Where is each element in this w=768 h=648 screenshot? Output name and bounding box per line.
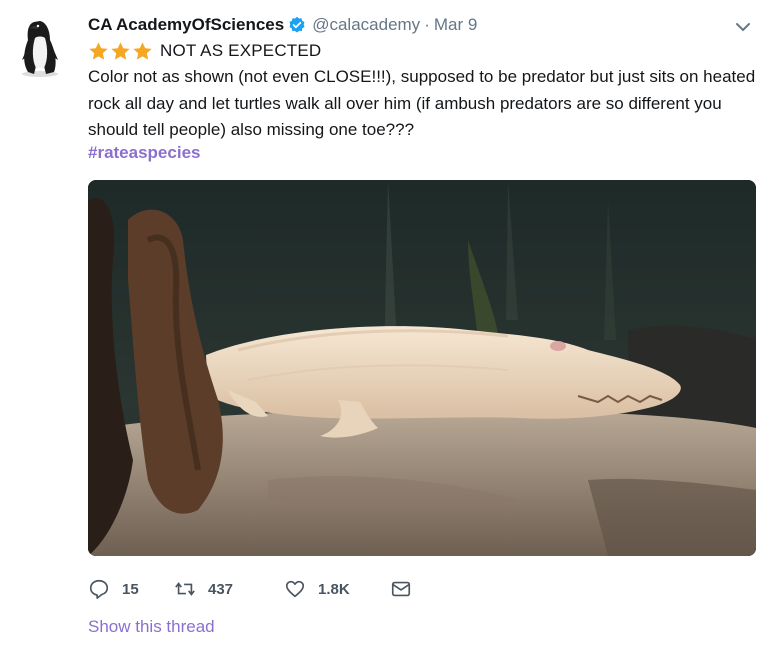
- rating-line: NOT AS EXPECTED: [88, 39, 321, 63]
- retweet-icon: [175, 582, 195, 596]
- tweet-header: CA AcademyOfSciences @calacademy · Mar 9: [88, 13, 477, 37]
- separator-dot: ·: [424, 15, 430, 34]
- tweet-text: Color not as shown (not even CLOSE!!!), …: [88, 67, 756, 139]
- verified-badge-icon: [288, 16, 306, 34]
- rating-text: NOT AS EXPECTED: [160, 41, 322, 60]
- retweet-count: 437: [208, 580, 234, 598]
- message-icon: [391, 581, 411, 597]
- reply-count: 15: [122, 580, 139, 598]
- star-icon: [133, 41, 152, 60]
- reply-button[interactable]: 15: [88, 578, 174, 600]
- action-bar: 15 437 1.8K: [88, 576, 412, 602]
- reply-icon: [89, 579, 109, 599]
- user-handle[interactable]: @calacademy: [312, 15, 420, 35]
- avatar[interactable]: [14, 16, 66, 78]
- caret-down-icon[interactable]: [732, 16, 754, 38]
- like-count: 1.8K: [318, 580, 350, 598]
- star-icon: [111, 41, 130, 60]
- message-button[interactable]: [390, 578, 412, 600]
- show-thread-link[interactable]: Show this thread: [88, 617, 215, 637]
- star-icon: [89, 41, 108, 60]
- retweet-button[interactable]: 437: [174, 578, 284, 600]
- like-button[interactable]: 1.8K: [284, 578, 390, 600]
- like-icon: [285, 580, 305, 598]
- display-name[interactable]: CA AcademyOfSciences: [88, 15, 284, 35]
- hashtag-link[interactable]: #rateaspecies: [88, 143, 200, 163]
- tweet-date[interactable]: Mar 9: [434, 15, 477, 35]
- tweet-photo[interactable]: [88, 180, 756, 556]
